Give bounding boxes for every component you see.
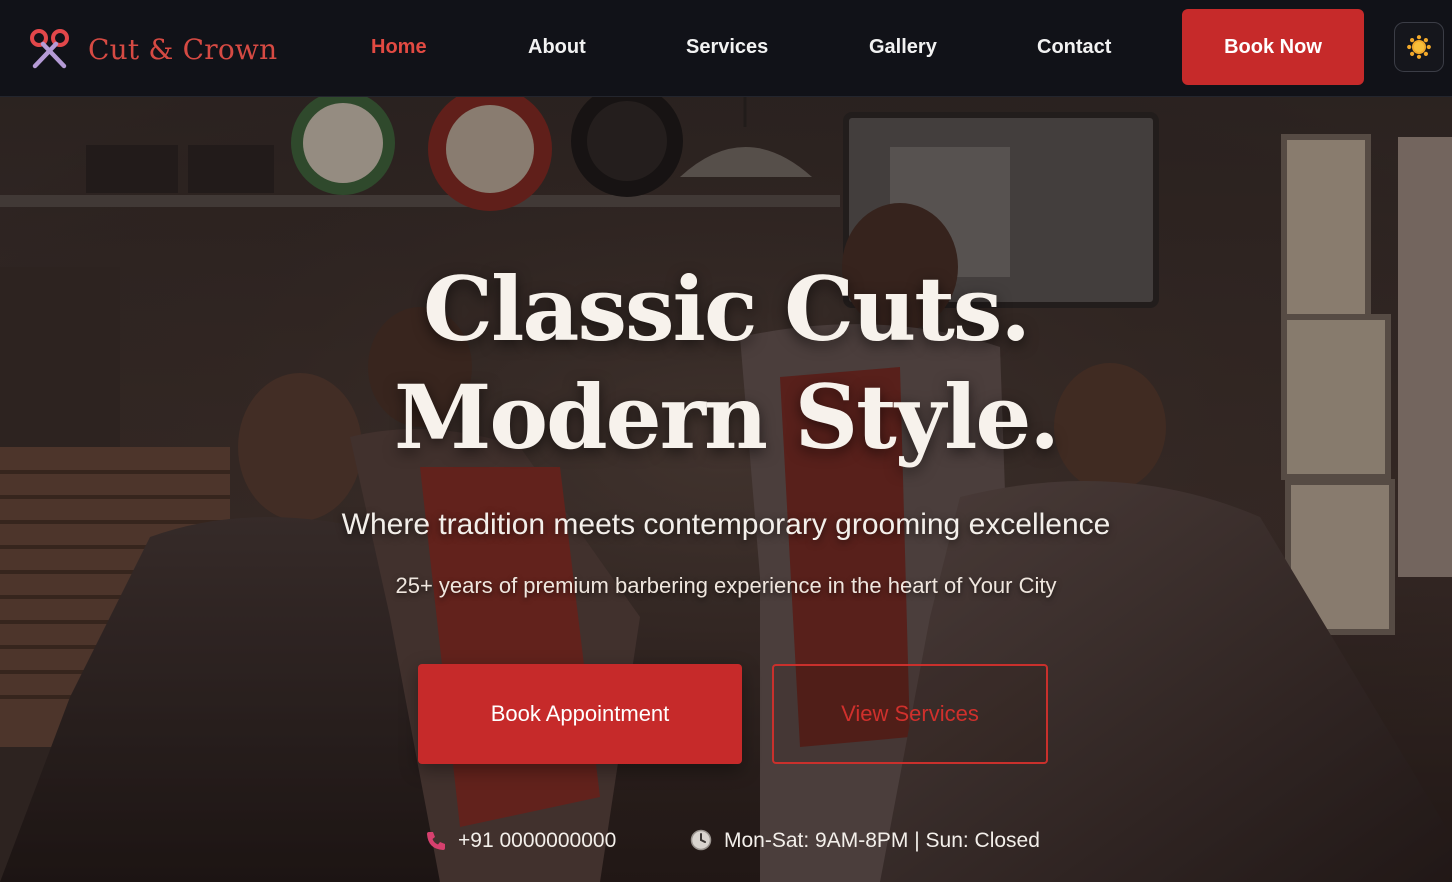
book-appointment-button[interactable]: Book Appointment xyxy=(418,664,742,764)
scissors-icon xyxy=(30,29,69,69)
contact-info-row: +91 0000000000 Mon-Sat: 9AM-8PM | Sun: C… xyxy=(0,825,1452,859)
view-services-button[interactable]: View Services xyxy=(772,664,1048,764)
hero-section: Classic Cuts. Modern Style. Where tradit… xyxy=(0,97,1452,882)
hero-title-line1: Classic Cuts. xyxy=(422,257,1031,361)
nav-services[interactable]: Services xyxy=(686,34,768,60)
nav-contact[interactable]: Contact xyxy=(1037,34,1111,60)
nav-about[interactable]: About xyxy=(528,34,586,60)
nav-gallery[interactable]: Gallery xyxy=(869,34,937,60)
phone-number[interactable]: +91 0000000000 xyxy=(458,827,616,855)
opening-hours: Mon-Sat: 9AM-8PM | Sun: Closed xyxy=(724,829,1040,852)
clock-icon xyxy=(690,829,712,851)
phone-icon xyxy=(427,832,445,850)
brand-logo[interactable]: Cut & Crown xyxy=(28,28,277,70)
site-header: Cut & Crown Home About Services Gallery … xyxy=(0,0,1452,97)
sun-icon xyxy=(1407,35,1431,59)
hero-tagline: Where tradition meets contemporary groom… xyxy=(341,508,1111,541)
hero-title-line2: Modern Style. xyxy=(394,365,1060,469)
hero-background-photo xyxy=(0,97,1452,882)
book-now-button[interactable]: Book Now xyxy=(1182,9,1364,85)
nav-home[interactable]: Home xyxy=(371,34,427,60)
hero-subtext: 25+ years of premium barbering experienc… xyxy=(395,573,1057,598)
brand-name: Cut & Crown xyxy=(88,32,278,66)
theme-toggle-button[interactable] xyxy=(1394,22,1444,72)
